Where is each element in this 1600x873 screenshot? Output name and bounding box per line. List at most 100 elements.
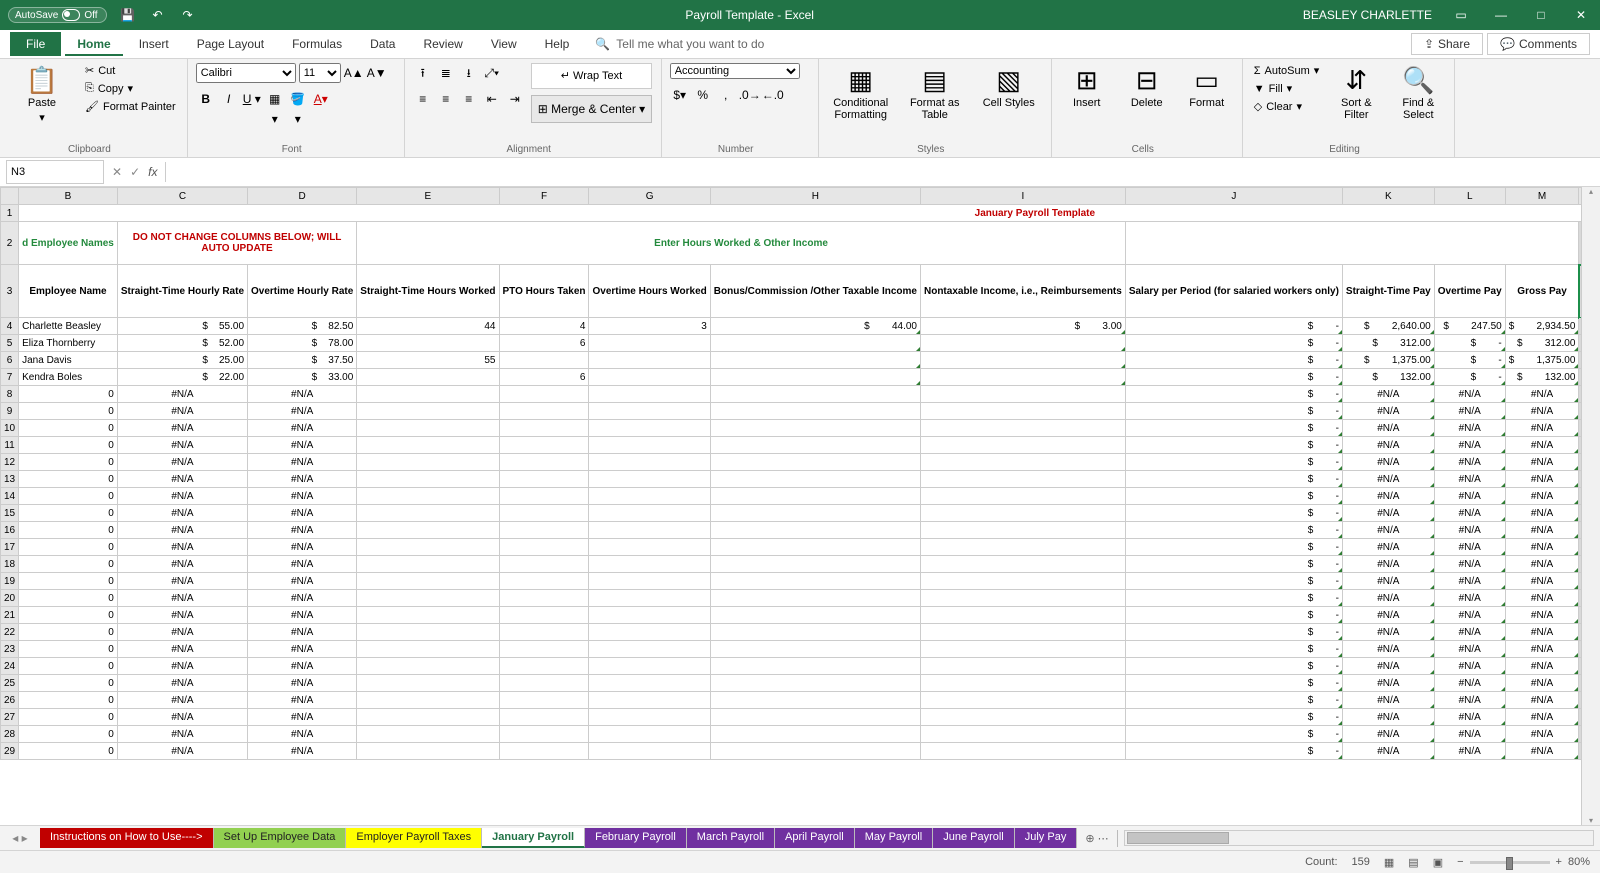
header-H[interactable]: Bonus/Commission /Other Taxable Income <box>710 265 920 318</box>
view-normal-icon[interactable]: ▦ <box>1384 856 1394 869</box>
font-color-button[interactable]: A▾ <box>311 89 331 109</box>
align-middle-icon[interactable]: ≣ <box>436 63 456 83</box>
row-header-18[interactable]: 18 <box>1 556 19 573</box>
name-box[interactable] <box>6 160 104 184</box>
column-header-D[interactable]: D <box>248 188 357 205</box>
minimize-icon[interactable]: — <box>1490 8 1512 22</box>
italic-button[interactable]: I <box>219 89 239 109</box>
decrease-font-icon[interactable]: A▼ <box>367 63 387 83</box>
column-header-K[interactable]: K <box>1342 188 1434 205</box>
align-bottom-icon[interactable]: ⭳ <box>459 63 479 83</box>
sheet-tab[interactable]: Instructions on How to Use----> <box>40 828 214 848</box>
tab-page-layout[interactable]: Page Layout <box>185 32 276 56</box>
sheet-tab[interactable]: January Payroll <box>482 828 585 848</box>
row-header-21[interactable]: 21 <box>1 607 19 624</box>
align-top-icon[interactable]: ⭱ <box>413 63 433 83</box>
vertical-scrollbar[interactable] <box>1581 187 1600 825</box>
tab-help[interactable]: Help <box>533 32 582 56</box>
row-header-3[interactable]: 3 <box>1 265 19 318</box>
row-header-12[interactable]: 12 <box>1 454 19 471</box>
view-layout-icon[interactable]: ▤ <box>1408 856 1418 869</box>
header-G[interactable]: Overtime Hours Worked <box>589 265 710 318</box>
format-painter-button[interactable]: 🖌 Format Painter <box>82 99 179 114</box>
header-I[interactable]: Nontaxable Income, i.e., Reimbursements <box>920 265 1125 318</box>
sheet-tab[interactable]: July Pay <box>1015 828 1078 848</box>
row-header-28[interactable]: 28 <box>1 726 19 743</box>
save-icon[interactable]: 💾 <box>119 8 137 22</box>
row-header-20[interactable]: 20 <box>1 590 19 607</box>
header-K[interactable]: Straight-Time Pay <box>1342 265 1434 318</box>
autosave-toggle[interactable]: AutoSave Off <box>8 7 107 23</box>
header-F[interactable]: PTO Hours Taken <box>499 265 589 318</box>
sheet-tab[interactable]: June Payroll <box>933 828 1015 848</box>
row-header-6[interactable]: 6 <box>1 352 19 369</box>
comments-button[interactable]: 💬 Comments <box>1487 33 1590 55</box>
row-header-24[interactable]: 24 <box>1 658 19 675</box>
number-format-select[interactable]: Accounting <box>670 63 800 79</box>
row-header-7[interactable]: 7 <box>1 369 19 386</box>
view-pagebreak-icon[interactable]: ▣ <box>1433 856 1443 869</box>
row-header-19[interactable]: 19 <box>1 573 19 590</box>
bold-button[interactable]: B <box>196 89 216 109</box>
row-header-4[interactable]: 4 <box>1 318 19 335</box>
column-header-E[interactable]: E <box>357 188 499 205</box>
row-header-27[interactable]: 27 <box>1 709 19 726</box>
column-header-F[interactable]: F <box>499 188 589 205</box>
currency-icon[interactable]: $▾ <box>670 85 690 105</box>
conditional-formatting-button[interactable]: ▦Conditional Formatting <box>827 63 895 123</box>
clear-button[interactable]: ◇ Clear ▾ <box>1251 99 1323 114</box>
row-header-17[interactable]: 17 <box>1 539 19 556</box>
tab-file[interactable]: File <box>10 32 61 56</box>
column-header-L[interactable]: L <box>1434 188 1505 205</box>
horizontal-scrollbar[interactable] <box>1124 830 1594 846</box>
increase-decimal-icon[interactable]: .0→ <box>739 85 759 105</box>
underline-button[interactable]: U ▾ <box>242 89 262 109</box>
wrap-text-button[interactable]: ↵ Wrap Text <box>531 63 652 89</box>
header-D[interactable]: Overtime Hourly Rate <box>248 265 357 318</box>
tab-nav-buttons[interactable]: ◂ ▸ <box>0 831 40 845</box>
cell-B4[interactable]: Charlette Beasley <box>19 318 118 335</box>
ribbon-display-icon[interactable]: ▭ <box>1450 8 1472 22</box>
percent-icon[interactable]: % <box>693 85 713 105</box>
copy-button[interactable]: ⎘ Copy ▾ <box>82 81 179 96</box>
tab-data[interactable]: Data <box>358 32 407 56</box>
undo-icon[interactable]: ↶ <box>149 8 167 22</box>
increase-font-icon[interactable]: A▲ <box>344 63 364 83</box>
header-L[interactable]: Overtime Pay <box>1434 265 1505 318</box>
sheet-tab[interactable]: Employer Payroll Taxes <box>346 828 482 848</box>
header-J[interactable]: Salary per Period (for salaried workers … <box>1125 265 1342 318</box>
sheet-tab[interactable]: March Payroll <box>687 828 775 848</box>
cancel-formula-icon[interactable]: ✕ <box>112 165 122 179</box>
tab-home[interactable]: Home <box>65 32 122 56</box>
share-button[interactable]: ⇪ Share <box>1411 33 1483 55</box>
zoom-in-icon[interactable]: + <box>1556 856 1562 868</box>
font-name-select[interactable]: Calibri <box>196 63 296 83</box>
row-header-1[interactable]: 1 <box>1 205 19 222</box>
row-header-8[interactable]: 8 <box>1 386 19 403</box>
column-header-M[interactable]: M <box>1505 188 1579 205</box>
comma-icon[interactable]: , <box>716 85 736 105</box>
column-header-B[interactable]: B <box>19 188 118 205</box>
zoom-slider[interactable] <box>1470 861 1550 864</box>
decrease-indent-icon[interactable]: ⇤ <box>482 89 502 109</box>
align-center-icon[interactable]: ≡ <box>436 89 456 109</box>
maximize-icon[interactable]: □ <box>1530 8 1552 22</box>
close-icon[interactable]: ✕ <box>1570 8 1592 22</box>
fx-icon[interactable]: fx <box>148 165 157 179</box>
column-header-J[interactable]: J <box>1125 188 1342 205</box>
tell-me-search[interactable]: 🔍 Tell me what you want to do <box>595 37 764 51</box>
format-cells-button[interactable]: ▭Format <box>1180 63 1234 111</box>
insert-cells-button[interactable]: ⊞Insert <box>1060 63 1114 111</box>
row-header-13[interactable]: 13 <box>1 471 19 488</box>
header-E[interactable]: Straight-Time Hours Worked <box>357 265 499 318</box>
row-header-14[interactable]: 14 <box>1 488 19 505</box>
delete-cells-button[interactable]: ⊟Delete <box>1120 63 1174 111</box>
find-select-button[interactable]: 🔍Find & Select <box>1390 63 1446 123</box>
column-header-H[interactable]: H <box>710 188 920 205</box>
sheet-tab[interactable]: Set Up Employee Data <box>214 828 347 848</box>
tab-formulas[interactable]: Formulas <box>280 32 354 56</box>
increase-indent-icon[interactable]: ⇥ <box>505 89 525 109</box>
autosum-button[interactable]: Σ AutoSum ▾ <box>1251 63 1323 78</box>
tab-view[interactable]: View <box>479 32 529 56</box>
row-header-22[interactable]: 22 <box>1 624 19 641</box>
